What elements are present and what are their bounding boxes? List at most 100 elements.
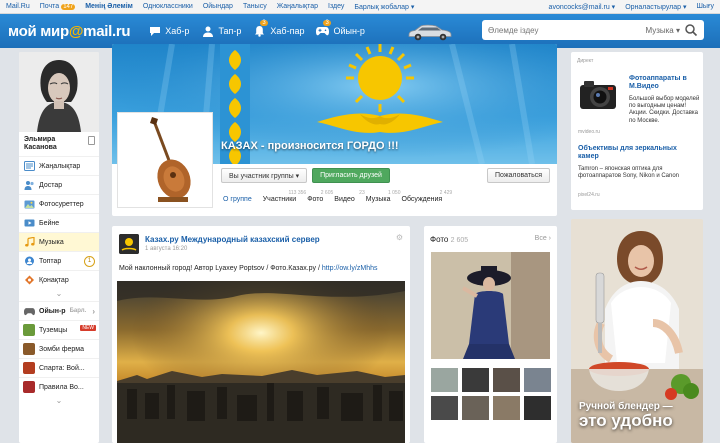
tab-video[interactable]: Видео 23 xyxy=(334,190,364,203)
tab-discussions-label: Обсуждения xyxy=(401,196,443,203)
sidebar-games-menu: Ойын-р Барл. › Туземцы NEW Зомби ферма С… xyxy=(19,301,99,396)
user-full-name[interactable]: Эльмира Касанова xyxy=(24,136,57,152)
ad-title-cameras[interactable]: Фотоаппараты в М.Видео xyxy=(629,75,699,91)
notifications-count-badge: 3 xyxy=(260,19,268,26)
topbar-link-mailru[interactable]: Mail.Ru xyxy=(6,3,30,10)
post-source-avatar[interactable] xyxy=(119,234,139,254)
group-photos-widget: Фото 2 605 Все › xyxy=(424,226,557,443)
feed-post: Казах.ру Международный казахский сервер … xyxy=(112,226,410,443)
topbar-link-news[interactable]: Жаңалықтар xyxy=(277,3,318,10)
ad-title-lenses[interactable]: Объективы для зеркальных камер xyxy=(578,145,696,161)
post-menu-icon[interactable]: ⚙ xyxy=(396,233,403,242)
chevron-right-icon: › xyxy=(92,306,95,316)
user-avatar[interactable] xyxy=(19,52,99,132)
photo-thumbnail[interactable] xyxy=(493,368,520,392)
blender-ad-banner[interactable]: Ручной блендер — это удобно xyxy=(571,219,703,443)
topbar-link-games[interactable]: Ойындар xyxy=(203,3,233,10)
photo-thumbnail[interactable] xyxy=(493,396,520,420)
topbar-link-myworld[interactable]: Менің Әлемім xyxy=(85,3,133,10)
sidebar-games-header[interactable]: Ойын-р Барл. › xyxy=(19,301,99,320)
settings-menu[interactable]: Орналастырулар ▾ xyxy=(625,3,686,11)
post-text-body: Мой наклонный город! Автор Lyaxey Poptso… xyxy=(119,265,322,272)
profile-doc-icon[interactable] xyxy=(88,136,95,145)
photos-widget-count: 2 605 xyxy=(450,237,469,244)
sidebar-item-news[interactable]: Жаңалықтар xyxy=(19,156,99,175)
sidebar-game-rules-of-war[interactable]: Правила Во... xyxy=(19,377,99,396)
search-icon[interactable] xyxy=(684,23,698,37)
people-icon xyxy=(201,25,214,38)
user-email-menu[interactable]: avoncocks@mail.ru ▾ xyxy=(549,3,616,11)
ad-desc-lenses: Tamron – японская оптика для фотоаппарат… xyxy=(578,166,680,180)
sidebar-item-music[interactable]: Музыка xyxy=(19,232,99,252)
member-status-dropdown[interactable]: Вы участник группы ▾ xyxy=(221,168,308,183)
topbar-link-all-projects[interactable]: Барлық жобалар ▾ xyxy=(354,3,414,11)
tab-discussions-count: 2 429 xyxy=(439,190,453,196)
invite-friends-button[interactable]: Пригласить друзей xyxy=(312,168,390,183)
tab-about[interactable]: О группе xyxy=(223,196,252,203)
tab-discussions[interactable]: Обсуждения 2 429 xyxy=(401,190,453,203)
sidebar-expand-chevron-icon[interactable]: ⌄ xyxy=(19,289,99,301)
topbar-link-mail-label: Почта xyxy=(39,3,60,10)
sidebar-item-groups[interactable]: Топтар 1 xyxy=(19,251,99,270)
sidebar-games-expand-chevron-icon[interactable]: ⌄ xyxy=(19,396,99,408)
ad-domain-mvideo[interactable]: mvideo.ru xyxy=(578,129,600,135)
logout-link[interactable]: Шығу xyxy=(697,3,715,11)
sidebar-game-sparta[interactable]: Спарта: Вой... xyxy=(19,358,99,377)
post-link[interactable]: http://ow.ly/zMhhs xyxy=(322,265,378,272)
sunset-city-image xyxy=(117,281,405,443)
friends-icon xyxy=(23,179,35,191)
post-photo[interactable] xyxy=(117,281,405,443)
sidebar-item-video[interactable]: Бейне xyxy=(19,213,99,232)
photo-thumbnail[interactable] xyxy=(431,368,458,392)
ad-desc-cameras: Большой выбор моделей по выгодным ценам!… xyxy=(629,96,700,124)
ads-label: Директ xyxy=(577,58,594,64)
topbar-link-dating[interactable]: Танысу xyxy=(243,3,267,10)
nav-people-button[interactable]: Тап-р xyxy=(201,25,241,38)
sidebar-item-friends-label: Достар xyxy=(39,181,63,189)
user-last-name: Касанова xyxy=(24,144,57,152)
camera-ad-image[interactable] xyxy=(578,77,618,111)
tab-members[interactable]: Участники 113 356 xyxy=(263,190,306,203)
photos-widget-title: Фото xyxy=(430,235,449,244)
photos-view-all-link[interactable]: Все › xyxy=(535,235,551,244)
logo-text-myworld: мой мир xyxy=(8,22,69,40)
post-source-name[interactable]: Казах.ру Международный казахский сервер xyxy=(145,235,320,244)
myworld-logo[interactable]: мой мир@mail.ru xyxy=(8,22,131,40)
search-input[interactable] xyxy=(488,25,628,35)
photos-widget-title-group[interactable]: Фото 2 605 xyxy=(430,235,468,244)
car-ad-banner[interactable] xyxy=(405,20,455,42)
nav-games-button[interactable]: 3 Ойын-р xyxy=(316,19,365,38)
direct-ads-block: Директ Фотоаппараты в М.Видео Большой вы… xyxy=(571,52,703,210)
sidebar-game-zombie-farm[interactable]: Зомби ферма xyxy=(19,339,99,358)
photo-thumbnail[interactable] xyxy=(524,396,551,420)
topbar-link-odnoklassniki[interactable]: Одноклассники xyxy=(143,3,193,10)
tab-photos[interactable]: Фото 2 605 xyxy=(307,190,333,203)
photo-thumbnail[interactable] xyxy=(462,368,489,392)
sidebar-item-music-label: Музыка xyxy=(39,238,64,246)
mail-count-badge: 147 xyxy=(61,4,76,10)
group-avatar[interactable] xyxy=(117,112,213,208)
sidebar-game-natives[interactable]: Туземцы NEW xyxy=(19,320,99,339)
sidebar-menu: Жаңалықтар Достар Фотосуреттер Бейне Муз… xyxy=(19,156,99,289)
games-all-link[interactable]: Барл. xyxy=(70,308,87,314)
ad-domain-pixel24[interactable]: pixel24.ru xyxy=(578,192,600,198)
search-category-select[interactable]: Музыка ▾ xyxy=(645,26,680,35)
sidebar-item-friends[interactable]: Достар xyxy=(19,175,99,194)
group-action-buttons: Вы участник группы ▾ Пригласить друзей xyxy=(221,168,395,183)
tab-photos-count: 2 605 xyxy=(320,190,334,196)
nav-messages-button[interactable]: Хаб-р xyxy=(148,25,189,38)
topbar-link-mail[interactable]: Почта 147 xyxy=(39,3,76,10)
sidebar-item-photos[interactable]: Фотосуреттер xyxy=(19,194,99,213)
photos-widget-header: Фото 2 605 Все › xyxy=(424,226,557,244)
photo-thumbnail[interactable] xyxy=(431,396,458,420)
topbar-link-search[interactable]: Іздеу xyxy=(328,3,344,10)
nav-notifications-button[interactable]: 3 Хаб-пар xyxy=(253,19,304,38)
blender-ad-headline: Ручной блендер — это удобно xyxy=(579,401,701,431)
photo-thumbnail[interactable] xyxy=(524,368,551,392)
chat-icon xyxy=(148,25,161,38)
report-button[interactable]: Пожаловаться xyxy=(487,168,551,183)
tab-music[interactable]: Музыка 1 050 xyxy=(366,190,401,203)
sidebar-item-guests[interactable]: Қонақтар xyxy=(19,270,99,289)
photo-thumbnail[interactable] xyxy=(462,396,489,420)
featured-photo[interactable] xyxy=(431,252,550,359)
